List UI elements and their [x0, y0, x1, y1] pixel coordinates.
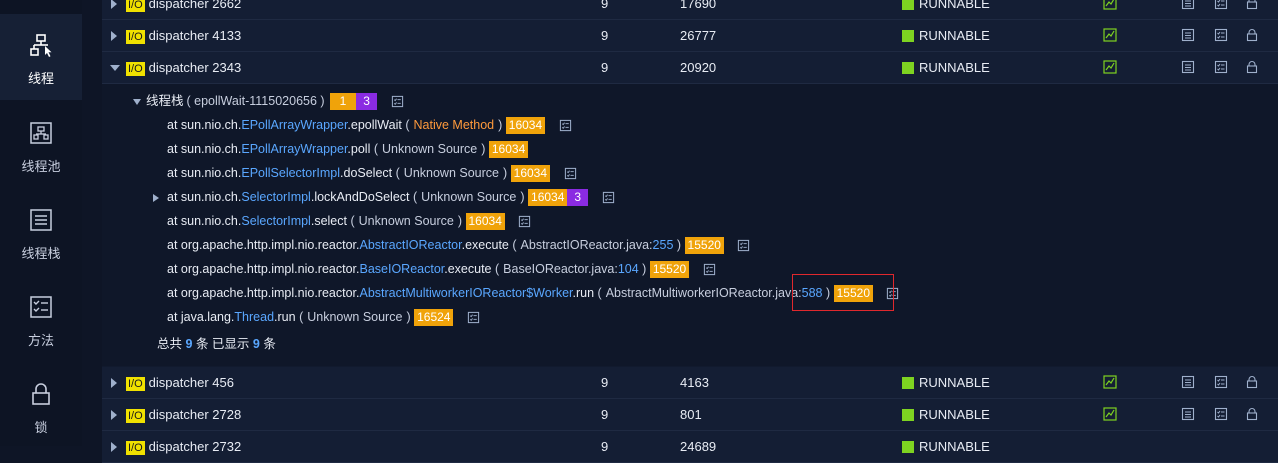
thread-name: I/O dispatcher 2662 — [126, 0, 241, 19]
state-text: RUNNABLE — [919, 439, 990, 454]
thread-name: I/O dispatcher 4133 — [126, 20, 241, 51]
thread-id: 26777 — [680, 28, 717, 43]
expand-icon[interactable] — [111, 0, 117, 9]
doc-icon[interactable] — [1181, 0, 1195, 10]
list-check-icon[interactable] — [1214, 407, 1228, 421]
sidebar-item-label: 线程池 — [21, 159, 61, 174]
state-text: RUNNABLE — [919, 407, 990, 422]
chart-icon[interactable] — [1103, 28, 1117, 42]
thread-name: I/O dispatcher 2732 — [126, 431, 241, 462]
thread-table: I/O dispatcher 2662 9 17690 RUNNABLE I/O d… — [102, 0, 1278, 463]
state-indicator — [902, 61, 914, 74]
lock-icon[interactable] — [1245, 407, 1259, 421]
thread-name-text: dispatcher 2343 — [148, 60, 242, 75]
lock-icon[interactable] — [1245, 60, 1259, 74]
thread-priority: 9 — [601, 407, 609, 422]
io-badge: I/O — [126, 440, 145, 455]
sidebar-item-method[interactable]: 方法 — [0, 290, 82, 376]
chart-icon[interactable] — [1103, 0, 1117, 10]
thread-name-text: dispatcher 456 — [148, 375, 234, 390]
thread-priority: 9 — [601, 375, 609, 390]
doc-icon[interactable] — [1181, 407, 1195, 421]
thread-priority: 9 — [601, 60, 609, 75]
state-indicator — [902, 408, 914, 421]
doc-icon[interactable] — [1181, 28, 1195, 42]
thread-stack-icon — [30, 209, 52, 231]
sidebar-item-label: 锁 — [34, 420, 48, 435]
thread-state: RUNNABLE — [902, 52, 990, 83]
thread-name-text: dispatcher 4133 — [148, 28, 242, 43]
state-indicator — [902, 376, 914, 389]
state-text: RUNNABLE — [919, 0, 990, 11]
state-text: RUNNABLE — [919, 375, 990, 390]
collapse-icon[interactable] — [110, 65, 120, 71]
sidebar-item-label: 方法 — [27, 333, 54, 348]
table-row[interactable]: I/O dispatcher 4133 9 26777 RUNNABLE — [102, 20, 1278, 52]
sidebar: 线程 线程池 线程栈 方法 锁 — [0, 0, 82, 446]
chart-icon[interactable] — [1103, 60, 1117, 74]
doc-icon[interactable] — [1181, 60, 1195, 74]
thread-id: 24689 — [680, 439, 717, 454]
thread-state: RUNNABLE — [902, 0, 990, 19]
expand-icon[interactable] — [111, 378, 117, 388]
thread-state: RUNNABLE — [902, 367, 990, 398]
thread-id: 801 — [680, 407, 702, 422]
state-text: RUNNABLE — [919, 60, 990, 75]
io-badge: I/O — [126, 29, 145, 44]
sidebar-item-lock[interactable]: 锁 — [0, 377, 82, 463]
doc-icon[interactable] — [1181, 375, 1195, 389]
thread-name-text: dispatcher 2728 — [148, 407, 242, 422]
thread-id: 17690 — [680, 0, 717, 11]
thread-priority: 9 — [601, 0, 609, 11]
sidebar-item-thread-stack[interactable]: 线程栈 — [0, 203, 82, 289]
chart-icon[interactable] — [1103, 407, 1117, 421]
state-indicator — [902, 0, 914, 10]
lock-icon[interactable] — [1245, 375, 1259, 389]
table-row[interactable]: I/O dispatcher 2343 9 20920 RUNNABLE — [102, 52, 1278, 84]
lock-icon — [32, 383, 50, 405]
thread-state: RUNNABLE — [902, 431, 990, 462]
thread-state: RUNNABLE — [902, 399, 990, 430]
table-row[interactable]: I/O dispatcher 2732 9 24689 RUNNABLE — [102, 431, 1278, 463]
thread-priority: 9 — [601, 28, 609, 43]
io-badge: I/O — [126, 408, 145, 423]
sidebar-item-thread-pool[interactable]: 线程池 — [0, 116, 82, 202]
thread-name-text: dispatcher 2662 — [148, 0, 242, 11]
thread-priority: 9 — [601, 439, 609, 454]
expand-icon[interactable] — [111, 31, 117, 41]
thread-name: I/O dispatcher 2728 — [126, 399, 241, 430]
table-row[interactable]: I/O dispatcher 2662 9 17690 RUNNABLE — [102, 0, 1278, 20]
io-badge: I/O — [126, 376, 145, 391]
state-indicator — [902, 29, 914, 42]
thread-state: RUNNABLE — [902, 20, 990, 51]
list-check-icon[interactable] — [1214, 60, 1228, 74]
thread-name: I/O dispatcher 456 — [126, 367, 234, 398]
lock-icon[interactable] — [1245, 28, 1259, 42]
method-icon — [30, 296, 52, 318]
expand-icon[interactable] — [111, 442, 117, 452]
sidebar-item-thread[interactable]: 线程 — [0, 14, 82, 100]
sidebar-item-label: 线程 — [27, 71, 54, 86]
state-text: RUNNABLE — [919, 28, 990, 43]
chart-icon[interactable] — [1103, 375, 1117, 389]
thread-id: 20920 — [680, 60, 717, 75]
table-row[interactable]: I/O dispatcher 2728 9 801 RUNNABLE — [102, 399, 1278, 431]
sidebar-item-label: 线程栈 — [21, 246, 61, 261]
expand-icon[interactable] — [111, 410, 117, 420]
thread-name: I/O dispatcher 2343 — [126, 52, 241, 83]
thread-name-text: dispatcher 2732 — [148, 439, 242, 454]
table-row[interactable]: I/O dispatcher 456 9 4163 RUNNABLE — [102, 367, 1278, 399]
stack-detail-panel — [102, 84, 1278, 366]
list-check-icon[interactable] — [1214, 0, 1228, 10]
thread-id: 4163 — [680, 375, 709, 390]
state-indicator — [902, 440, 914, 453]
io-badge: I/O — [126, 0, 145, 12]
io-badge: I/O — [126, 61, 145, 76]
list-check-icon[interactable] — [1214, 375, 1228, 389]
thread-icon — [30, 34, 52, 57]
lock-icon[interactable] — [1245, 0, 1259, 10]
list-check-icon[interactable] — [1214, 28, 1228, 42]
thread-pool-icon — [30, 122, 52, 144]
